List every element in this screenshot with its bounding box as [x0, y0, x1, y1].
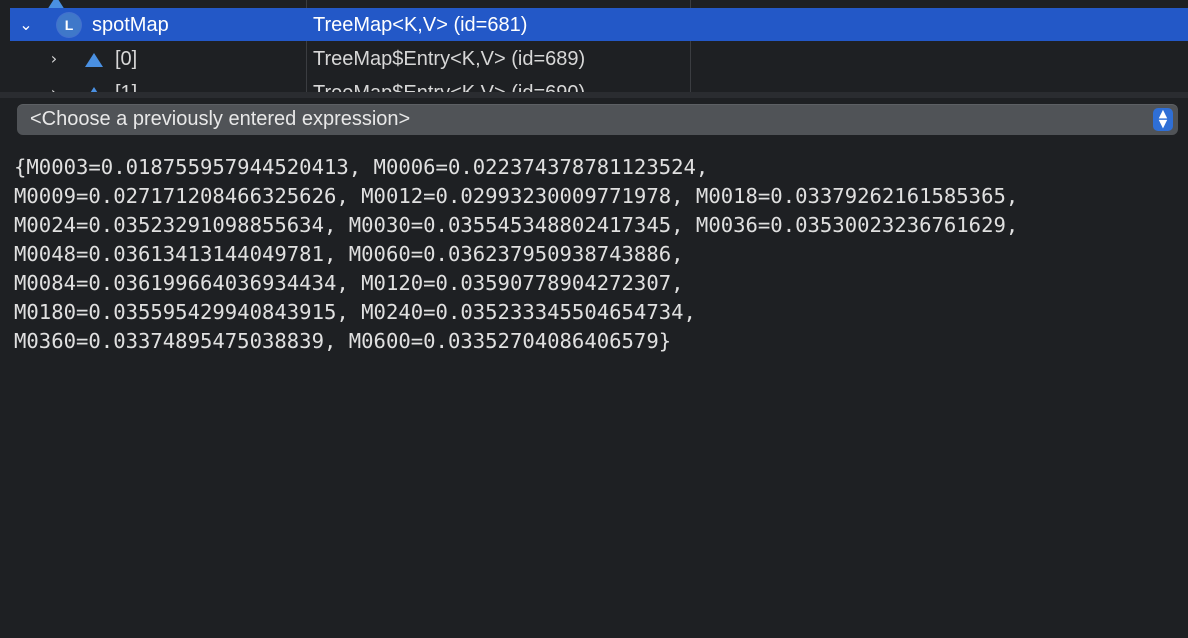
variable-value: TreeMap$Entry<K,V> (id=689)	[313, 48, 586, 70]
expression-result-text[interactable]: {M0003=0.01875595794452041​3, M0006=0.02…	[14, 153, 1188, 356]
result-line: M0024=0.0352329109885563​4, M0030=0.0355…	[14, 213, 1019, 237]
field-icon	[85, 53, 103, 67]
chevron-right-icon[interactable]: ›	[44, 42, 64, 76]
result-line: M0180=0.0355954299408439​15, M0240=0.035…	[14, 300, 696, 324]
pane-divider[interactable]	[0, 92, 1188, 98]
result-line: M0360=0.0337489547503883​9, M0600=0.0335…	[14, 329, 672, 353]
result-line: M0048=0.0361341314404978​1, M0060=0.0362…	[14, 242, 684, 266]
variable-name: [0]	[115, 48, 138, 70]
tree-row-entry-0[interactable]: › [0] TreeMap$Entry<K,V> (id=689)	[10, 42, 1188, 76]
expression-history-combo[interactable]: <Choose a previously entered expression>…	[17, 104, 1178, 135]
variable-value: TreeMap$Entry<K,V> (id=690)	[313, 76, 585, 92]
result-line: {M0003=0.01875595794452041​3, M0006=0.02…	[14, 155, 709, 179]
combo-placeholder: <Choose a previously entered expression>	[30, 108, 411, 130]
result-line: M0009=0.027171208466325626, M0012=0.0299…	[14, 184, 1019, 208]
local-variable-icon: L	[57, 13, 81, 37]
updown-chevron-icon[interactable]: ▲ ▼	[1153, 108, 1173, 131]
variable-name: [1]	[115, 76, 137, 92]
variable-name: spotMap	[92, 14, 169, 36]
variables-tree: ⌄ L spotMap TreeMap<K,V> (id=681) › [0] …	[0, 0, 1188, 92]
chevron-right-icon[interactable]: ›	[44, 76, 64, 92]
tree-row-spotmap[interactable]: ⌄ L spotMap TreeMap<K,V> (id=681)	[10, 8, 1188, 41]
result-line: M0084=0.0361996640369344​34, M0120=0.035…	[14, 271, 684, 295]
tree-row-entry-1[interactable]: › [1] TreeMap$Entry<K,V> (id=690)	[10, 76, 1188, 92]
variable-value: TreeMap<K,V> (id=681)	[313, 14, 528, 36]
chevron-down-icon[interactable]: ⌄	[16, 8, 36, 42]
